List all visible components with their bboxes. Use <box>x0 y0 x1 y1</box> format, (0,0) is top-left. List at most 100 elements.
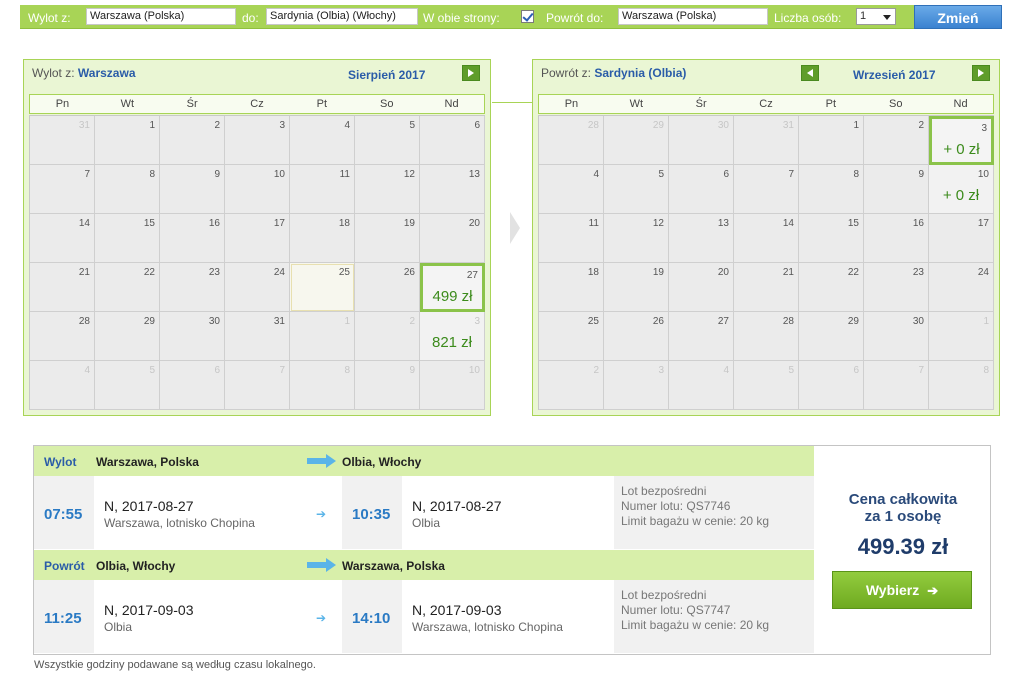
return-day-cell[interactable]: 17 <box>929 214 994 263</box>
return-day-cell[interactable]: 3 + 0 zł <box>929 116 994 165</box>
return-day-cell[interactable]: 23 <box>864 263 929 312</box>
roundtrip-checkbox[interactable] <box>521 10 534 23</box>
outbound-day-cell[interactable]: 10 <box>225 165 290 214</box>
outbound-day-cell[interactable]: 15 <box>95 214 160 263</box>
day-number: 25 <box>338 267 350 278</box>
outbound-day-cell[interactable]: 20 <box>420 214 485 263</box>
outbound-day-cell[interactable]: 10 <box>420 361 485 410</box>
return-day-cell[interactable]: 6 <box>799 361 864 410</box>
return-day-cell[interactable]: 7 <box>734 165 799 214</box>
outbound-day-cell[interactable]: 4 <box>30 361 95 410</box>
outbound-day-cell[interactable]: 8 <box>290 361 355 410</box>
outbound-day-cell[interactable]: 5 <box>95 361 160 410</box>
return-day-cell[interactable]: 28 <box>539 116 604 165</box>
return-day-cell[interactable]: 6 <box>669 165 734 214</box>
return-day-cell[interactable]: 25 <box>539 312 604 361</box>
return-label: Powrót do: <box>546 11 604 25</box>
outbound-day-cell[interactable]: 3 <box>225 116 290 165</box>
prev-month-button[interactable] <box>801 65 819 81</box>
outbound-day-cell[interactable]: 19 <box>355 214 420 263</box>
outbound-day-cell[interactable]: 5 <box>355 116 420 165</box>
return-day-cell[interactable]: 1 <box>799 116 864 165</box>
select-button-label: Wybierz <box>865 582 920 598</box>
outbound-day-cell[interactable]: 30 <box>160 312 225 361</box>
outbound-day-cell[interactable]: 2 <box>355 312 420 361</box>
outbound-day-cell[interactable]: 23 <box>160 263 225 312</box>
select-button[interactable]: Wybierz ➔ <box>832 571 972 609</box>
outbound-day-cell[interactable]: 9 <box>160 165 225 214</box>
outbound-day-cell[interactable]: 17 <box>225 214 290 263</box>
next-month-button[interactable] <box>972 65 990 81</box>
return-day-cell[interactable]: 15 <box>799 214 864 263</box>
outbound-day-cell[interactable]: 28 <box>30 312 95 361</box>
return-day-cell[interactable]: 20 <box>669 263 734 312</box>
return-day-cell[interactable]: 13 <box>669 214 734 263</box>
return-input[interactable]: Warszawa (Polska) <box>618 8 768 25</box>
outbound-day-cell[interactable]: 14 <box>30 214 95 263</box>
outbound-day-cell[interactable]: 27 499 zł <box>420 263 485 312</box>
return-day-cell[interactable]: 4 <box>669 361 734 410</box>
return-day-cell[interactable]: 29 <box>799 312 864 361</box>
outbound-day-cell[interactable]: 21 <box>30 263 95 312</box>
return-day-cell[interactable]: 5 <box>734 361 799 410</box>
return-day-cell[interactable]: 4 <box>539 165 604 214</box>
outbound-day-cell[interactable]: 12 <box>355 165 420 214</box>
outbound-day-cell[interactable]: 31 <box>30 116 95 165</box>
from-input[interactable]: Warszawa (Polska) <box>86 8 236 25</box>
outbound-day-cell[interactable]: 2 <box>160 116 225 165</box>
return-day-cell[interactable]: 8 <box>799 165 864 214</box>
outbound-day-cell[interactable]: 1 <box>95 116 160 165</box>
outbound-day-cell[interactable]: 22 <box>95 263 160 312</box>
return-day-cell[interactable]: 10 + 0 zł <box>929 165 994 214</box>
passengers-select[interactable]: 1 <box>856 8 896 25</box>
outbound-day-cell[interactable]: 26 <box>355 263 420 312</box>
outbound-day-cell[interactable]: 13 <box>420 165 485 214</box>
return-day-cell[interactable]: 12 <box>604 214 669 263</box>
outbound-day-cell[interactable]: 18 <box>290 214 355 263</box>
outbound-day-cell[interactable]: 7 <box>30 165 95 214</box>
outbound-day-cell[interactable]: 6 <box>160 361 225 410</box>
return-day-cell[interactable]: 30 <box>669 116 734 165</box>
outbound-day-cell[interactable]: 8 <box>95 165 160 214</box>
outbound-day-cell[interactable]: 6 <box>420 116 485 165</box>
return-day-cell[interactable]: 18 <box>539 263 604 312</box>
outbound-day-cell[interactable]: 11 <box>290 165 355 214</box>
return-day-cell[interactable]: 24 <box>929 263 994 312</box>
outbound-day-cell[interactable]: 9 <box>355 361 420 410</box>
return-day-cell[interactable]: 29 <box>604 116 669 165</box>
outbound-day-cell[interactable]: 25 <box>290 263 355 312</box>
day-number: 7 <box>279 365 285 376</box>
return-day-cell[interactable]: 5 <box>604 165 669 214</box>
return-day-cell[interactable]: 21 <box>734 263 799 312</box>
outbound-from: Warszawa, Polska <box>96 455 199 469</box>
outbound-day-cell[interactable]: 4 <box>290 116 355 165</box>
return-day-cell[interactable]: 16 <box>864 214 929 263</box>
return-day-cell[interactable]: 14 <box>734 214 799 263</box>
return-day-cell[interactable]: 3 <box>604 361 669 410</box>
return-day-cell[interactable]: 7 <box>864 361 929 410</box>
return-day-cell[interactable]: 11 <box>539 214 604 263</box>
next-month-button[interactable] <box>462 65 480 81</box>
return-day-cell[interactable]: 1 <box>929 312 994 361</box>
return-day-cell[interactable]: 19 <box>604 263 669 312</box>
return-day-cell[interactable]: 2 <box>539 361 604 410</box>
return-day-cell[interactable]: 2 <box>864 116 929 165</box>
return-day-cell[interactable]: 27 <box>669 312 734 361</box>
outbound-day-cell[interactable]: 3 821 zł <box>420 312 485 361</box>
outbound-day-cell[interactable]: 7 <box>225 361 290 410</box>
return-day-cell[interactable]: 31 <box>734 116 799 165</box>
outbound-day-cell[interactable]: 16 <box>160 214 225 263</box>
day-number: 5 <box>409 120 415 131</box>
change-button[interactable]: Zmień <box>914 5 1002 29</box>
return-day-cell[interactable]: 8 <box>929 361 994 410</box>
return-day-cell[interactable]: 9 <box>864 165 929 214</box>
outbound-day-cell[interactable]: 1 <box>290 312 355 361</box>
outbound-day-cell[interactable]: 29 <box>95 312 160 361</box>
return-day-cell[interactable]: 28 <box>734 312 799 361</box>
to-input[interactable]: Sardynia (Olbia) (Włochy) <box>266 8 418 25</box>
return-day-cell[interactable]: 30 <box>864 312 929 361</box>
outbound-day-cell[interactable]: 31 <box>225 312 290 361</box>
return-day-cell[interactable]: 26 <box>604 312 669 361</box>
outbound-day-cell[interactable]: 24 <box>225 263 290 312</box>
return-day-cell[interactable]: 22 <box>799 263 864 312</box>
